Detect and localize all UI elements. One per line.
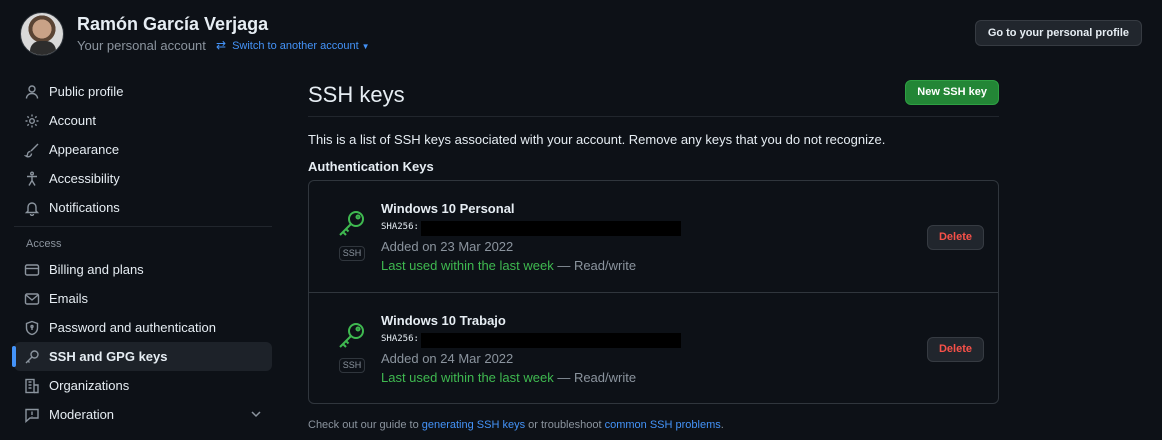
credit-card-icon [24, 262, 40, 278]
sidebar-item-label: Account [49, 113, 96, 128]
account-type-label: Your personal account [77, 38, 206, 53]
key-added-date: Added on 24 Mar 2022 [381, 351, 514, 366]
go-to-profile-button[interactable]: Go to your personal profile [974, 20, 1142, 46]
ssh-key-list: SSH Windows 10 Personal SHA256: Added on… [308, 180, 999, 404]
accessibility-icon [24, 171, 40, 187]
sidebar-item-ssh-gpg-keys[interactable]: SSH and GPG keys [12, 342, 272, 371]
bell-icon [24, 200, 40, 216]
key-icon [337, 209, 367, 239]
account-header: Ramón García Verjaga Your personal accou… [20, 12, 1142, 56]
sidebar-section-access: Access [26, 238, 62, 250]
sidebar-item-billing[interactable]: Billing and plans [14, 255, 272, 284]
settings-sidebar: Public profile Account Appearance Access… [12, 77, 272, 429]
gear-icon [24, 113, 40, 129]
ssh-badge: SSH [339, 246, 365, 261]
switch-account-label: Switch to another account [232, 40, 359, 52]
sidebar-item-public-profile[interactable]: Public profile [14, 77, 272, 106]
page-header: SSH keys New SSH key [308, 76, 999, 117]
page-description: This is a list of SSH keys associated wi… [308, 132, 886, 147]
sidebar-item-moderation[interactable]: Moderation [14, 400, 272, 429]
key-name: Windows 10 Personal [381, 201, 515, 216]
caret-down-icon: ▼ [361, 42, 370, 51]
mail-icon [24, 291, 40, 307]
sidebar-item-organizations[interactable]: Organizations [14, 371, 272, 400]
sidebar-item-emails[interactable]: Emails [14, 284, 272, 313]
delete-key-button[interactable]: Delete [926, 225, 984, 250]
sidebar-item-label: Appearance [49, 142, 120, 157]
sidebar-item-account[interactable]: Account [14, 106, 272, 135]
ssh-keys-panel: SSH keys New SSH key This is a list of S… [308, 76, 999, 431]
fingerprint-redacted [421, 333, 681, 348]
key-usage: Last used within the last week — Read/wr… [381, 258, 636, 273]
sidebar-item-label: Billing and plans [49, 262, 144, 277]
key-added-date: Added on 23 Mar 2022 [381, 239, 514, 254]
report-icon [24, 407, 40, 423]
key-name: Windows 10 Trabajo [381, 313, 506, 328]
sidebar-item-notifications[interactable]: Notifications [14, 193, 272, 222]
sidebar-item-label: Emails [49, 291, 89, 306]
sidebar-item-label: Public profile [49, 84, 124, 99]
footer-text: . [720, 419, 724, 431]
sidebar-item-accessibility[interactable]: Accessibility [14, 164, 272, 193]
footer-text: Check out our guide to [308, 419, 422, 431]
chevron-down-icon[interactable] [248, 406, 264, 422]
sidebar-item-label: Accessibility [49, 171, 120, 186]
shield-lock-icon [24, 320, 40, 336]
generating-ssh-keys-link[interactable]: generating SSH keys [422, 419, 525, 431]
key-icon [337, 321, 367, 351]
new-ssh-key-button[interactable]: New SSH key [905, 80, 999, 105]
last-used-text: Last used within the last week [381, 370, 554, 385]
key-icon [24, 349, 40, 365]
sidebar-item-password[interactable]: Password and authentication [14, 313, 272, 342]
delete-key-button[interactable]: Delete [926, 337, 984, 362]
ssh-key-row: SSH Windows 10 Personal SHA256: Added on… [309, 181, 998, 292]
last-used-text: Last used within the last week [381, 258, 554, 273]
page-title: SSH keys [308, 82, 405, 107]
person-icon [24, 84, 40, 100]
sidebar-item-label: SSH and GPG keys [49, 349, 168, 364]
help-footer: Check out our guide to generating SSH ke… [308, 419, 999, 431]
access-level-text: — Read/write [553, 370, 637, 385]
sidebar-divider [14, 226, 272, 227]
ssh-key-row: SSH Windows 10 Trabajo SHA256: Added on … [309, 292, 998, 403]
sidebar-item-label: Notifications [49, 200, 120, 215]
ssh-badge: SSH [339, 358, 365, 373]
organization-icon [24, 378, 40, 394]
sidebar-item-label: Moderation [49, 407, 115, 422]
user-avatar[interactable] [20, 12, 64, 56]
fingerprint-label: SHA256: [381, 222, 419, 232]
fingerprint-redacted [421, 221, 681, 236]
footer-text: or troubleshoot [525, 419, 605, 431]
key-usage: Last used within the last week — Read/wr… [381, 370, 636, 385]
common-ssh-problems-link[interactable]: common SSH problems [605, 419, 721, 431]
switch-account-button[interactable]: ⇄ Switch to another account ▼ [216, 38, 370, 52]
authentication-keys-heading: Authentication Keys [308, 159, 434, 174]
sidebar-item-appearance[interactable]: Appearance [14, 135, 272, 164]
sidebar-item-label: Password and authentication [49, 320, 216, 335]
paintbrush-icon [24, 142, 40, 158]
user-name[interactable]: Ramón García Verjaga [77, 14, 268, 35]
fingerprint-label: SHA256: [381, 334, 419, 344]
arrow-switch-icon: ⇄ [216, 38, 227, 52]
access-level-text: — Read/write [553, 258, 637, 273]
sidebar-item-label: Organizations [49, 378, 130, 393]
